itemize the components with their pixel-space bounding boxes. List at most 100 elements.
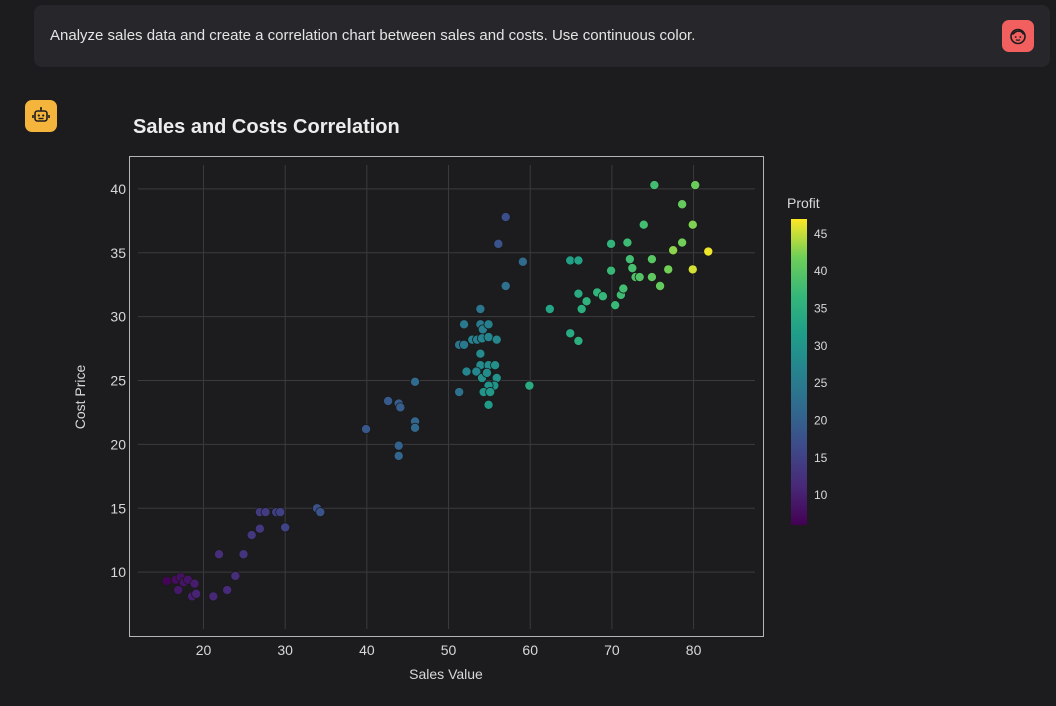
data-point: [275, 507, 286, 518]
data-point: [395, 402, 406, 413]
colorbar-tick-label: 25: [814, 376, 828, 390]
data-point: [491, 334, 502, 345]
x-tick-label: 20: [196, 642, 212, 658]
data-point: [677, 237, 688, 248]
data-point: [191, 588, 202, 599]
data-point: [517, 256, 528, 267]
data-point: [383, 395, 394, 406]
data-point: [649, 180, 660, 191]
data-point: [622, 237, 633, 248]
data-point: [638, 219, 649, 230]
y-tick-label: 15: [110, 500, 126, 516]
data-point: [606, 238, 617, 249]
data-point: [687, 264, 698, 275]
y-tick-label: 30: [110, 309, 126, 325]
y-tick-label: 20: [110, 436, 126, 452]
data-point: [634, 272, 645, 283]
data-point: [573, 255, 584, 266]
data-point: [668, 245, 679, 256]
data-point: [222, 585, 233, 596]
colorbar-tick-label: 40: [814, 264, 828, 278]
data-point: [646, 254, 657, 265]
colorbar-tick-label: 45: [814, 227, 828, 241]
x-tick-label: 60: [522, 642, 538, 658]
data-point: [475, 304, 486, 315]
data-point: [500, 212, 511, 223]
colorbar-tick-labels: 10 15 20 25 30 35 40 45: [814, 227, 828, 502]
data-point: [618, 283, 629, 294]
data-point: [214, 549, 225, 560]
colorbar-tick-label: 30: [814, 339, 828, 353]
y-tick-label: 10: [110, 564, 126, 580]
data-point: [565, 328, 576, 339]
data-point: [481, 367, 492, 378]
colorbar-tick-label: 20: [814, 414, 828, 428]
data-point: [208, 591, 219, 602]
data-point: [655, 281, 666, 292]
data-point: [260, 507, 271, 518]
x-axis-label: Sales Value: [409, 666, 483, 682]
y-tick-labels: 10 15 20 25 30 35 40: [110, 181, 126, 580]
data-point: [454, 387, 465, 398]
x-tick-label: 70: [604, 642, 620, 658]
data-point: [459, 339, 470, 350]
x-tick-label: 30: [277, 642, 293, 658]
data-point: [687, 219, 698, 230]
y-tick-label: 25: [110, 373, 126, 389]
data-point: [606, 265, 617, 276]
data-point: [459, 319, 470, 330]
x-tick-labels: 20 30 40 50 60 70 80: [196, 642, 702, 658]
data-point: [280, 522, 291, 533]
chart-title: Sales and Costs Correlation: [133, 116, 400, 138]
data-point: [485, 387, 496, 398]
data-point: [490, 360, 501, 371]
data-point: [524, 380, 535, 391]
data-point: [246, 530, 257, 541]
data-point: [703, 246, 714, 257]
data-point: [475, 348, 486, 359]
scatter-chart: Sales and Costs Correlation 20 30 40 50 60 70…: [72, 116, 828, 682]
colorbar: [791, 219, 807, 525]
data-point: [189, 578, 200, 589]
colorbar-title: Profit: [787, 195, 820, 211]
data-point: [677, 199, 688, 210]
data-point: [573, 288, 584, 299]
data-point: [597, 291, 608, 302]
data-point: [161, 576, 172, 587]
grid: [138, 165, 755, 629]
data-point: [410, 422, 421, 433]
data-point: [624, 254, 635, 265]
plot-area-frame: [129, 156, 764, 637]
y-axis-label: Cost Price: [72, 365, 88, 430]
data-point: [483, 399, 494, 410]
data-point: [230, 570, 241, 581]
data-point: [690, 180, 701, 191]
data-point: [410, 376, 421, 387]
data-point: [461, 366, 472, 377]
data-point: [393, 450, 404, 461]
data-point: [581, 296, 592, 307]
data-point: [500, 281, 511, 292]
x-tick-label: 40: [359, 642, 375, 658]
data-point: [173, 585, 184, 596]
data-points: [161, 180, 714, 602]
y-tick-label: 40: [110, 181, 126, 197]
colorbar-tick-label: 10: [814, 488, 828, 502]
data-point: [573, 335, 584, 346]
data-point: [361, 424, 372, 435]
data-point: [393, 440, 404, 451]
colorbar-tick-label: 15: [814, 451, 828, 465]
data-point: [493, 238, 504, 249]
data-point: [610, 300, 621, 311]
x-tick-label: 50: [441, 642, 457, 658]
data-point: [315, 507, 326, 518]
data-point: [646, 272, 657, 283]
data-point: [627, 263, 638, 274]
data-point: [238, 549, 249, 560]
data-point: [254, 523, 265, 534]
y-tick-label: 35: [110, 245, 126, 261]
data-point: [663, 264, 674, 275]
data-point: [483, 319, 494, 330]
x-tick-label: 80: [686, 642, 702, 658]
colorbar-tick-label: 35: [814, 302, 828, 316]
